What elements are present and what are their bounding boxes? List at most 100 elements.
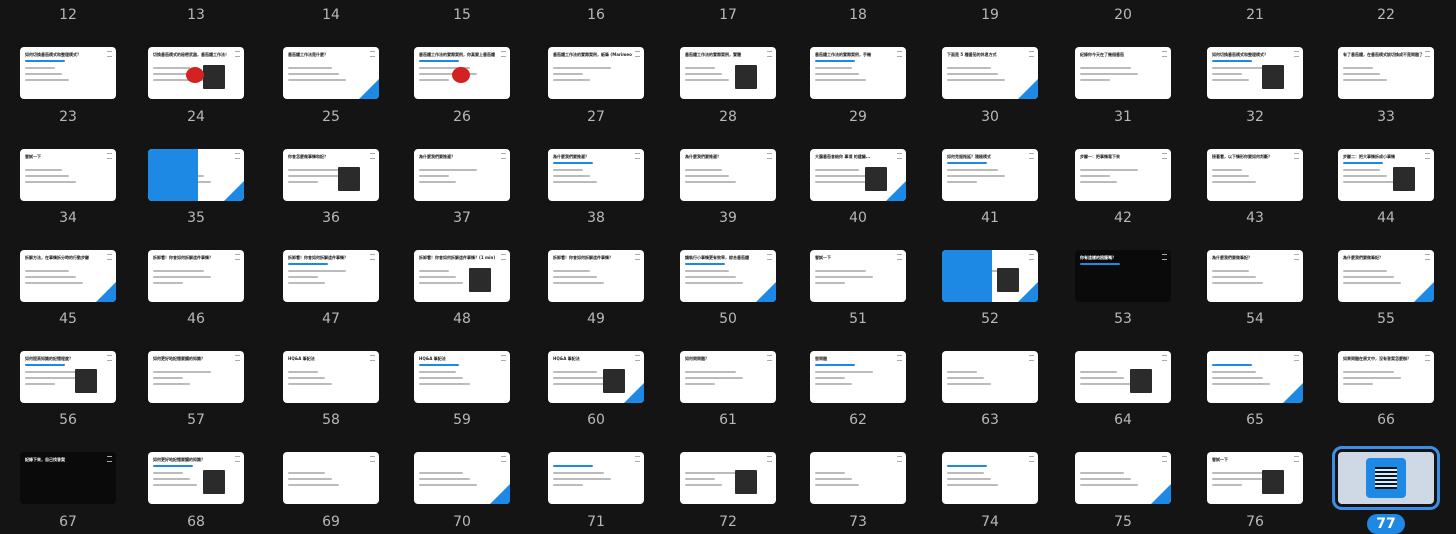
slide-thumbnail[interactable] — [283, 452, 379, 504]
slide-thumbnail-selected[interactable] — [1332, 446, 1440, 510]
slide-thumbnail[interactable]: 為什麼我們要推遲？ — [414, 149, 510, 201]
illustration-block — [469, 268, 491, 292]
illustration-block — [603, 369, 625, 393]
text-line — [1343, 169, 1380, 171]
slide-title: 如何更好地記憶要讀的知識？ — [153, 356, 205, 361]
menu-lines-icon — [370, 254, 375, 260]
text-line — [288, 484, 339, 486]
slide-thumbnail[interactable] — [1075, 351, 1171, 403]
text-line — [553, 377, 604, 379]
text-line — [685, 181, 736, 183]
text-line — [1343, 383, 1373, 385]
slide-thumbnail[interactable]: 番茄鐘工作法的實際案例，你真要上番茄鐘 — [414, 47, 510, 99]
text-line — [153, 371, 211, 373]
slide-thumbnail[interactable]: 為什麼我們要推遲？ — [548, 149, 644, 201]
slide-thumbnail[interactable]: HQ&A 筆記法 — [548, 351, 644, 403]
slide-thumbnail[interactable]: 有了番茄鐘，在番茄模式該切換成不是問題了！ — [1338, 47, 1434, 99]
slide-thumbnail[interactable]: HQ&A 筆記法 — [283, 351, 379, 403]
slide-number-row: 34 35 36 37 38 39 40 41 42 43 44 — [0, 208, 1456, 228]
slide-thumbnail[interactable]: 如何切換番茄模式和整理模式？ — [20, 47, 116, 99]
text-line — [947, 484, 998, 486]
slide-thumbnail[interactable]: 下面是 5 種番茄的休息方式 — [942, 47, 1038, 99]
slide-thumbnail[interactable]: 拆卸看！你會如何拆解這件事情？ — [548, 250, 644, 302]
slide-number: 15 — [453, 7, 471, 23]
slide-thumbnail[interactable]: 發問題 — [810, 351, 906, 403]
menu-lines-icon — [501, 456, 506, 462]
slide-title: 拆卸看！你會如何拆解這件事情？ — [153, 255, 213, 260]
slide-thumbnail[interactable] — [1075, 452, 1171, 504]
slide-thumbnail[interactable]: 如果問題在原文中，沒有答案怎麼辦？ — [1338, 351, 1434, 403]
slide-thumbnail[interactable] — [1207, 351, 1303, 403]
slide-thumbnail[interactable]: 為什麼我們要做筆記？ — [1207, 250, 1303, 302]
slide-thumbnail[interactable]: 如何提高知識的記憶程度？ — [20, 351, 116, 403]
slide-thumbnail[interactable]: 如何克服拖延？積極模式 — [942, 149, 1038, 201]
slide-thumbnail[interactable]: 番茄鐘工作法的實際案例，實體 — [680, 47, 776, 99]
slide-thumbnail[interactable]: 嘗試一下 — [20, 149, 116, 201]
slide-number: 60 — [587, 412, 605, 428]
slide-thumbnail[interactable]: 拆卸看！你會如何拆解這件事情？ — [148, 250, 244, 302]
slide-thumbnail[interactable]: HQ&A 筆記法 — [414, 351, 510, 403]
slide-thumbnail[interactable] — [148, 149, 244, 201]
slide-number: 14 — [322, 7, 340, 23]
slide-thumbnail[interactable]: 步驟二：把大事情拆成小事情 — [1338, 149, 1434, 201]
slide-number: 42 — [1114, 210, 1132, 226]
slide-thumbnail[interactable] — [942, 452, 1038, 504]
slide-thumbnail[interactable]: 拆解方法，在事情拆分時的行動步驟 — [20, 250, 116, 302]
slide-thumbnail[interactable] — [414, 452, 510, 504]
slide-thumbnail[interactable] — [942, 351, 1038, 403]
slide-number: 34 — [59, 210, 77, 226]
slide-thumbnail[interactable]: 紀錄你今天在了幾個番茄 — [1075, 47, 1171, 99]
text-line — [685, 484, 722, 486]
slide-thumbnail[interactable]: 嘗試一下 — [1207, 452, 1303, 504]
slide-thumbnail[interactable]: 如何更好地記憶要讀的知識？ — [148, 452, 244, 504]
slide-title: 紀錄你今天在了幾個番茄 — [1080, 52, 1124, 57]
text-line — [947, 169, 998, 171]
text-line — [25, 73, 62, 75]
slide-number: 12 — [59, 7, 77, 23]
slide-thumbnail[interactable]: 如何問問題？ — [680, 351, 776, 403]
slide-thumbnail[interactable] — [810, 452, 906, 504]
slide-thumbnail[interactable]: 記錄下來，自己找答案 — [20, 452, 116, 504]
menu-lines-icon — [370, 51, 375, 57]
slide-thumbnail[interactable] — [942, 250, 1038, 302]
menu-lines-icon — [107, 355, 112, 361]
slide-thumbnail[interactable]: 嘗試一下 — [810, 250, 906, 302]
slide-thumbnail[interactable]: 番茄鐘工作法的實際案例，手機 — [810, 47, 906, 99]
slide-number: 27 — [587, 109, 605, 125]
illustration-block — [75, 369, 97, 393]
menu-lines-icon — [1162, 51, 1167, 57]
slide-thumbnail[interactable] — [680, 452, 776, 504]
corner-accent — [359, 79, 379, 99]
illustration-block — [203, 65, 225, 89]
slide-thumbnail[interactable]: 接著看，以下情形你要如何判斷？ — [1207, 149, 1303, 201]
text-line — [947, 73, 998, 75]
text-line — [947, 383, 991, 385]
slide-thumbnail[interactable]: 讓執行小事情更有效率，綜合番茄鐘 — [680, 250, 776, 302]
text-line — [685, 270, 729, 272]
slide-thumbnail[interactable]: 如何更好地記憶要讀的知識？ — [148, 351, 244, 403]
menu-lines-icon — [897, 456, 902, 462]
slide-thumbnail[interactable]: 你會怎麼做事情和記？ — [283, 149, 379, 201]
slide-thumbnail[interactable]: 你有這樣的困擾嗎？ — [1075, 250, 1171, 302]
slide-thumbnail[interactable]: 拆卸看！你會如何拆解這件事情？ — [283, 250, 379, 302]
slide-thumbnail[interactable]: 番茄鐘工作法是什麼？ — [283, 47, 379, 99]
text-line — [1212, 371, 1256, 373]
menu-lines-icon — [370, 153, 375, 159]
corner-accent — [490, 484, 510, 504]
corner-accent — [756, 282, 776, 302]
slide-number-row: 67 68 69 70 71 72 73 74 75 76 77 — [0, 512, 1456, 534]
slide-title: 如何問問題？ — [685, 356, 709, 361]
slide-thumbnail[interactable]: 為什麼我們要推遲？ — [680, 149, 776, 201]
slide-thumbnail[interactable]: 步驟一：把事情寫下來 — [1075, 149, 1171, 201]
slide-thumbnail[interactable]: 番茄鐘工作法的實際案例，紙筆 (Marimeo) — [548, 47, 644, 99]
slide-thumbnail[interactable]: 為什麼我們要做筆記？ — [1338, 250, 1434, 302]
text-line — [815, 377, 845, 379]
slide-thumbnail[interactable]: 如何切換番茄模式和整理模式？ — [1207, 47, 1303, 99]
slide-thumbnail[interactable]: 拆卸看！你會如何拆解這件事情？(1 min) — [414, 250, 510, 302]
slide-thumbnail[interactable]: 大腦番茄會給你 事項 的建議... — [810, 149, 906, 201]
slide-thumbnail[interactable]: 切換番茄模式的秘密武器，番茄鐘工作法！ — [148, 47, 244, 99]
text-line — [553, 484, 583, 486]
slide-thumbnail[interactable] — [548, 452, 644, 504]
slide-number: 31 — [1114, 109, 1132, 125]
slide-number: 76 — [1246, 514, 1264, 530]
